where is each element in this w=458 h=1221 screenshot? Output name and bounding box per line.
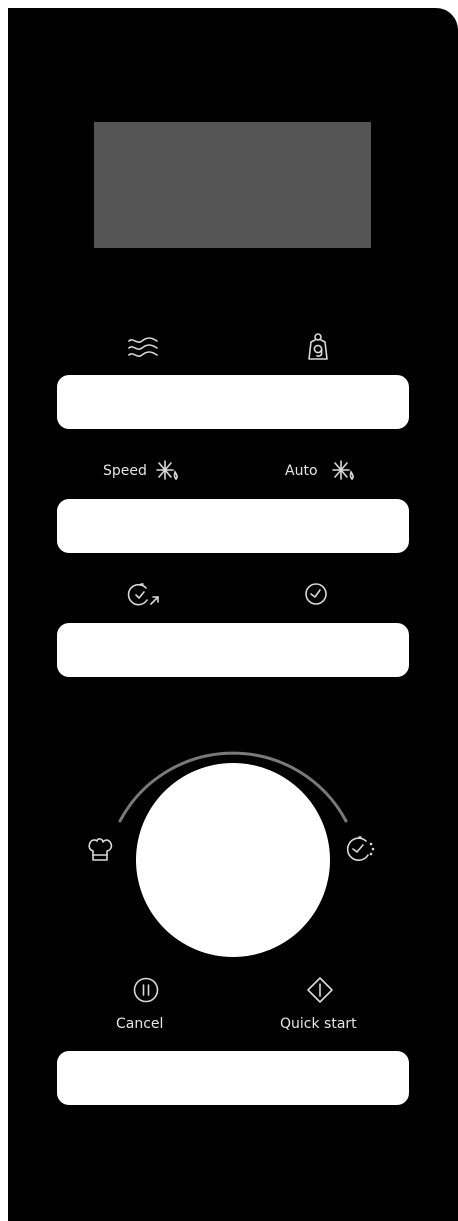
weight-defrost-icon [308,333,328,360]
speed-label: Speed [103,463,147,479]
diamond-start-icon [307,977,333,1003]
clock-icon [305,583,327,605]
button-row-3[interactable] [57,623,409,677]
cancel-label: Cancel [116,1016,164,1032]
microwave-waves-icon [128,337,158,357]
display-screen [94,122,371,248]
timer-add-icon [127,583,159,606]
button-row-1[interactable] [57,375,409,429]
pause-cancel-icon [133,977,159,1003]
chef-hat-icon [88,838,113,861]
speed-defrost-icon [156,460,178,481]
auto-label: Auto [285,463,318,479]
button-row-2[interactable] [57,499,409,553]
quick-start-label: Quick start [280,1016,357,1032]
control-dial[interactable] [136,763,330,957]
timer-dotted-icon [346,836,375,861]
button-row-4[interactable] [57,1051,409,1105]
auto-defrost-icon [332,460,354,481]
